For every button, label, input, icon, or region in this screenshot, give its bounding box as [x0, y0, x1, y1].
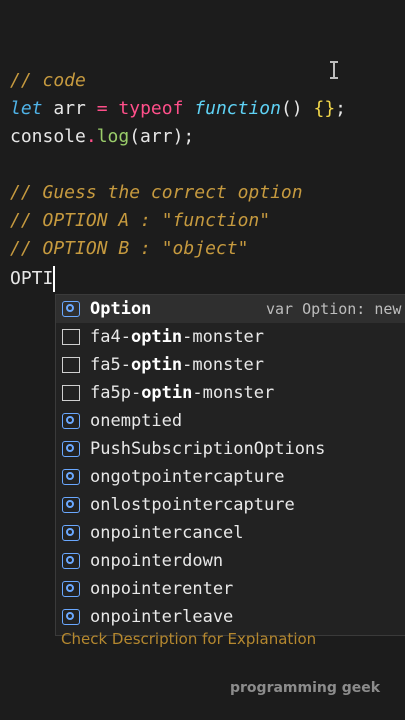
variable-icon — [62, 497, 80, 513]
keyword-typeof: typeof — [118, 98, 184, 119]
suggestion-label: onemptied — [90, 411, 183, 431]
suggestion-label: fa5p-optin-monster — [90, 383, 275, 403]
suggestion-label: onpointerleave — [90, 607, 234, 627]
suggestion-fa5-optin-monster[interactable]: fa5-optin-monster — [56, 351, 405, 379]
box-icon — [62, 329, 80, 345]
suggestion-ongotpointercapture[interactable]: ongotpointercapture — [56, 463, 405, 491]
parens: () — [280, 98, 314, 119]
code-line-4: // Guess the correct option — [10, 182, 303, 203]
variable-icon — [62, 553, 80, 569]
keyword-let: let — [10, 98, 43, 119]
suggestion-onpointercancel[interactable]: onpointercancel — [56, 519, 405, 547]
method-log: log — [96, 126, 130, 147]
suggestion-label: fa4-optin-monster — [90, 327, 265, 347]
suggestion-onpointerdown[interactable]: onpointerdown — [56, 547, 405, 575]
box-icon — [62, 357, 80, 373]
dot: . — [85, 126, 97, 147]
code-line-6: // OPTION B : "object" — [10, 238, 249, 259]
suggestion-pushsubscriptionoptions[interactable]: PushSubscriptionOptions — [56, 435, 405, 463]
suggestion-option[interactable]: Option var Option: new — [56, 295, 405, 323]
keyword-function: function — [194, 98, 281, 119]
suggestion-label: onpointerdown — [90, 551, 224, 571]
suggestion-label: PushSubscriptionOptions — [90, 439, 326, 459]
caption-text: Check Description for Explanation — [61, 630, 317, 648]
autocomplete-dropdown[interactable]: Option var Option: new fa4-optin-monster… — [55, 294, 405, 636]
suggestion-label: ongotpointercapture — [90, 467, 285, 487]
suggestion-onlostpointercapture[interactable]: onlostpointercapture — [56, 491, 405, 519]
suggestion-onpointerleave[interactable]: onpointerleave — [56, 603, 405, 631]
code-line-1: // code — [10, 70, 86, 91]
braces: {} — [313, 98, 336, 119]
code-line-2: let arr = typeof function() {}; — [10, 95, 346, 123]
variable-icon — [62, 441, 80, 457]
suggestion-fa5p-optin-monster[interactable]: fa5p-optin-monster — [56, 379, 405, 407]
variable-icon — [62, 609, 80, 625]
suggestion-label: Option — [90, 299, 152, 319]
suggestion-fa4-optin-monster[interactable]: fa4-optin-monster — [56, 323, 405, 351]
code-line-7[interactable]: OPTI — [10, 265, 53, 293]
suggestion-onemptied[interactable]: onemptied — [56, 407, 405, 435]
code-editor[interactable]: // code let arr = typeof function() {}; … — [0, 0, 405, 720]
variable-icon — [62, 581, 80, 597]
identifier-console: console — [10, 126, 86, 147]
suggestion-label: onpointercancel — [90, 523, 244, 543]
suggestion-onpointerenter[interactable]: onpointerenter — [56, 575, 405, 603]
identifier-arr: arr — [42, 98, 97, 119]
suggestion-label: fa5-optin-monster — [90, 355, 265, 375]
brand-watermark: programming geek — [230, 680, 381, 696]
variable-icon — [62, 469, 80, 485]
text-caret — [53, 266, 55, 292]
code-line-5: // OPTION A : "function" — [10, 210, 271, 231]
code-line-3: console.log(arr); — [10, 123, 194, 151]
operator-equals: = — [96, 98, 108, 119]
suggestion-label: onlostpointercapture — [90, 495, 295, 515]
call-args: (arr); — [129, 126, 195, 147]
variable-icon — [62, 413, 80, 429]
box-icon — [62, 385, 80, 401]
variable-icon — [62, 525, 80, 541]
variable-icon — [62, 301, 80, 317]
suggestion-detail: var Option: new — [266, 300, 402, 318]
suggestion-label: onpointerenter — [90, 579, 234, 599]
semicolon: ; — [335, 98, 347, 119]
text-cursor-icon — [330, 61, 338, 79]
